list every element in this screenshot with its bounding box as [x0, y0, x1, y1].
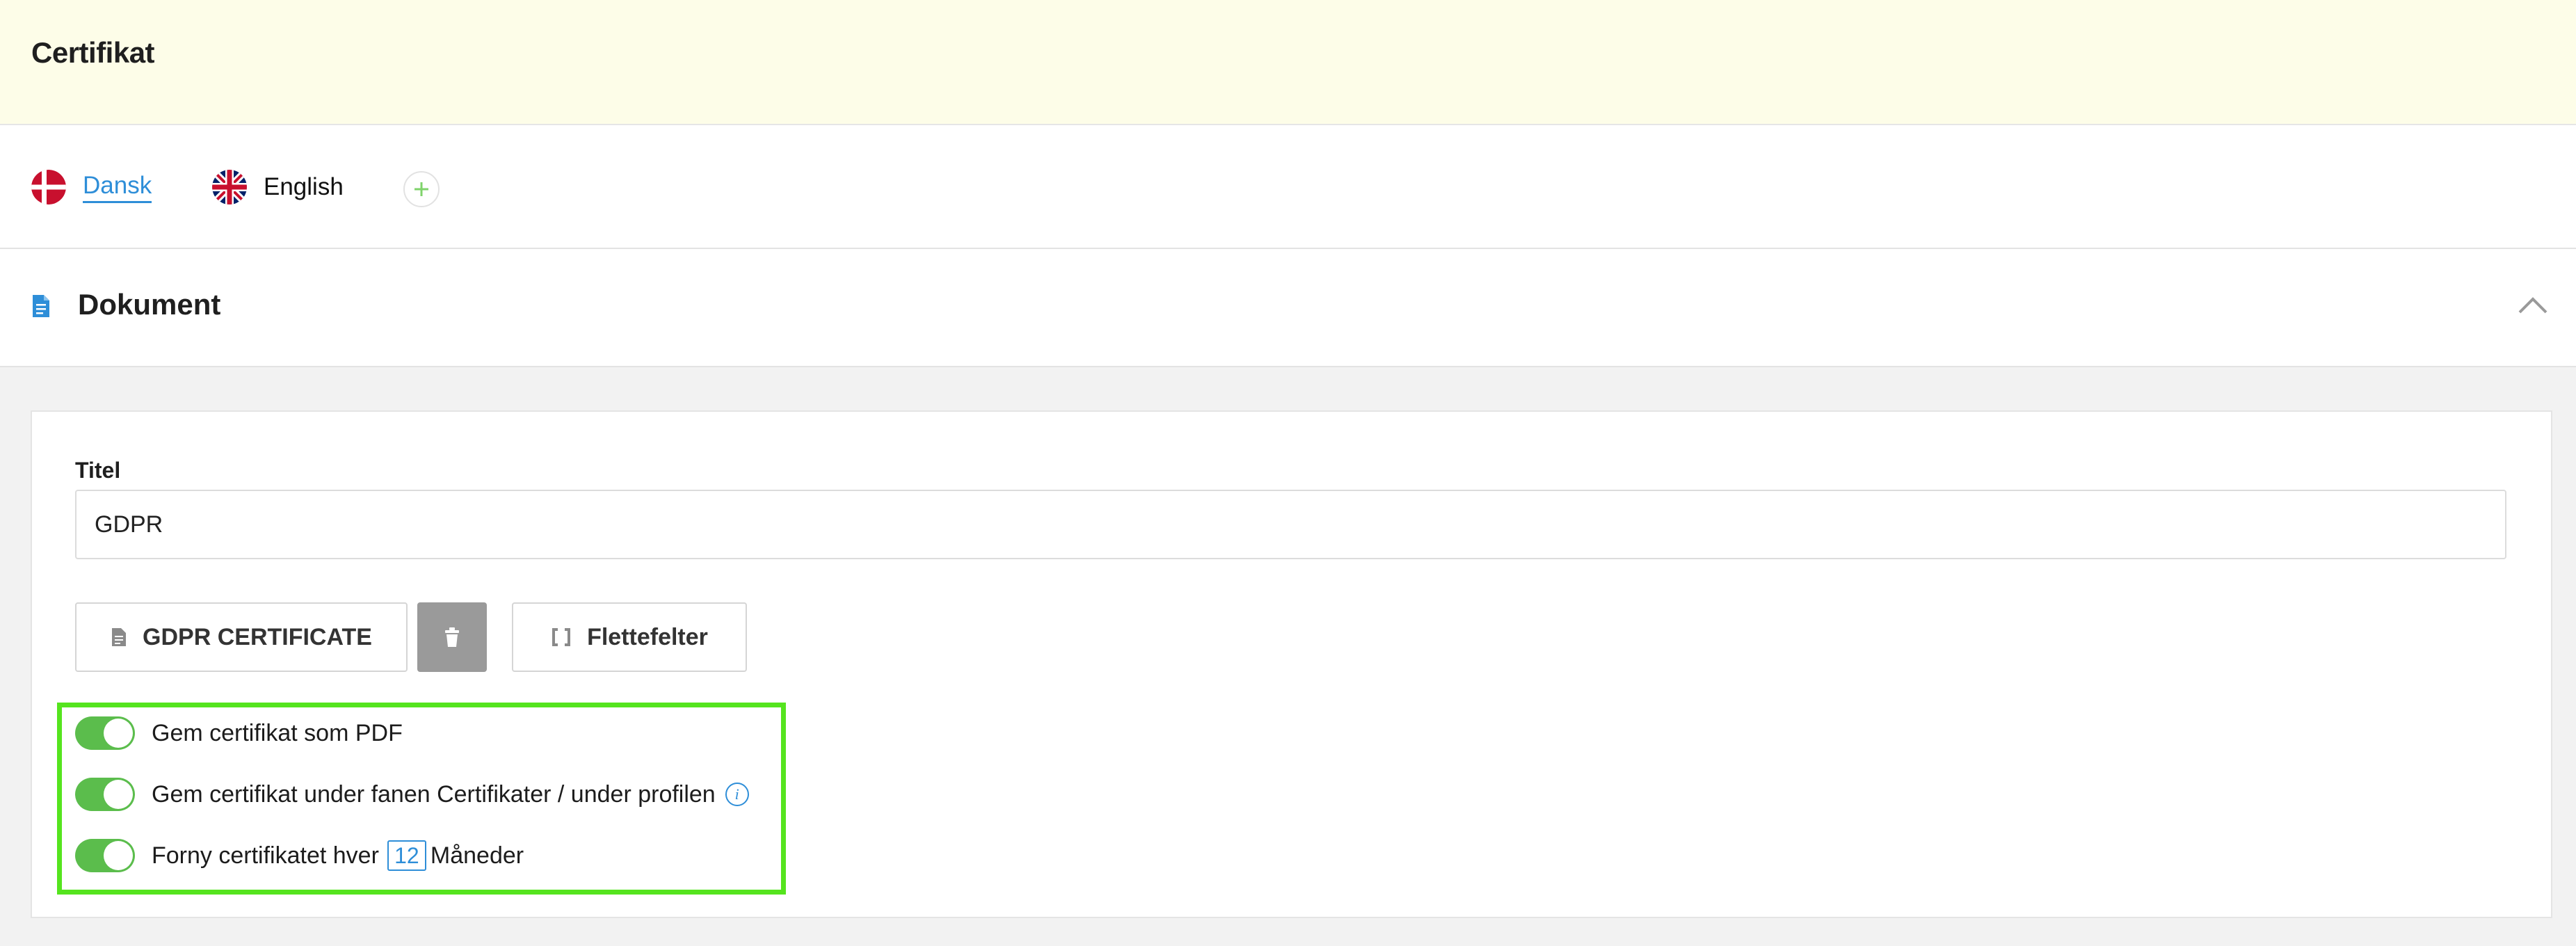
brackets-icon [552, 628, 571, 646]
add-language-button[interactable] [403, 171, 440, 207]
certificate-file-label: GDPR CERTIFICATE [143, 623, 372, 650]
page-title: Certifikat [31, 36, 155, 69]
renew-label: Forny certifikatet hver [152, 842, 379, 869]
merge-fields-button[interactable]: Flettefelter [512, 602, 747, 672]
save-tab-label: Gem certifikat under fanen Certifikater … [152, 780, 716, 808]
merge-fields-label: Flettefelter [587, 623, 708, 650]
toggle-row-renew: Forny certifikatet hver Måneder [75, 839, 524, 872]
toggle-knob [104, 841, 133, 870]
language-label-english: English [264, 173, 344, 200]
plus-icon [414, 182, 428, 196]
toggle-knob [104, 780, 133, 809]
renew-unit-label: Måneder [430, 842, 524, 869]
title-field-label: Titel [75, 458, 121, 483]
section-header-dokument[interactable]: Dokument [0, 249, 2576, 367]
info-icon[interactable]: i [725, 783, 749, 806]
file-icon [112, 628, 127, 646]
uk-flag-icon [212, 170, 247, 205]
language-tab-english[interactable]: English [212, 170, 344, 205]
title-input[interactable] [75, 490, 2506, 559]
toggle-row-save-pdf: Gem certifikat som PDF [75, 716, 403, 750]
renew-months-input[interactable] [387, 840, 426, 871]
save-pdf-toggle[interactable] [75, 716, 135, 750]
save-pdf-label: Gem certifikat som PDF [152, 719, 403, 746]
page-header: Certifikat [0, 0, 2576, 125]
trash-icon [445, 627, 459, 647]
language-label-dansk: Dansk [83, 172, 152, 203]
section-title: Dokument [78, 288, 221, 321]
renew-toggle[interactable] [75, 839, 135, 872]
chevron-up-icon[interactable] [2518, 296, 2548, 314]
language-tab-dansk[interactable]: Dansk [31, 170, 152, 205]
toggle-row-save-tab: Gem certifikat under fanen Certifikater … [75, 778, 749, 811]
document-icon [33, 295, 49, 317]
delete-certificate-button[interactable] [417, 602, 487, 672]
certificate-file-button[interactable]: GDPR CERTIFICATE [75, 602, 408, 672]
toggle-knob [104, 719, 133, 748]
save-tab-toggle[interactable] [75, 778, 135, 811]
denmark-flag-icon [31, 170, 66, 205]
language-tabs: Dansk English [0, 125, 2576, 249]
